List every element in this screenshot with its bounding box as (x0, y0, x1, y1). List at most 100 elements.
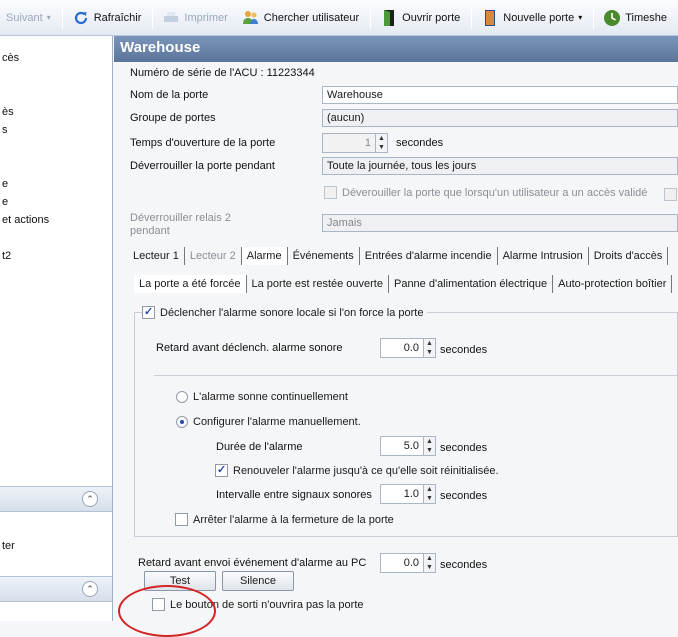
toolbar: Suivant ▾ Rafraîchir Imprimer Chercher u… (0, 0, 678, 36)
unlock-during-label: Déverrouiller la porte pendant (130, 160, 275, 172)
door-group-label: Groupe de portes (130, 112, 216, 124)
door-properties-panel: Warehouse Numéro de série de l'ACU : 112… (114, 36, 678, 621)
interval-value[interactable]: 1.0 (380, 484, 424, 504)
stop-on-close-checkbox[interactable]: Arrêter l'alarme à la fermeture de la po… (175, 513, 394, 526)
alarm-delay-unit: secondes (440, 344, 488, 356)
stepper-arrows-icon[interactable]: ▲ ▼ (376, 133, 388, 153)
alarm-delay-stepper[interactable]: 0.0 ▲ ▼ (380, 338, 436, 358)
trigger-local-alarm-label: Déclencher l'alarme sonore locale si l'o… (160, 306, 424, 319)
left-section-header[interactable]: ⌃ (0, 486, 112, 512)
open-door-button[interactable]: Ouvrir porte (374, 5, 466, 31)
radio-icon (176, 416, 188, 428)
stop-on-close-label: Arrêter l'alarme à la fermeture de la po… (193, 513, 394, 526)
tab-reader-1[interactable]: Lecteur 1 (128, 247, 185, 265)
checkbox-icon[interactable] (664, 188, 677, 201)
stepper-arrows-icon[interactable]: ▲ ▼ (424, 553, 436, 573)
open-time-value[interactable]: 1 (322, 133, 376, 153)
serial-number-label: Numéro de série de l'ACU : 11223344 (130, 67, 315, 79)
tab-door-forced[interactable]: La porte a été forcée (134, 275, 247, 293)
search-user-label: Chercher utilisateur (263, 11, 360, 24)
relay-label-line1: Déverrouiller relais 2 (130, 212, 231, 224)
tab-alarm[interactable]: Alarme (241, 247, 288, 265)
next-button[interactable]: Suivant ▾ (0, 5, 57, 31)
silence-button[interactable]: Silence (222, 571, 294, 591)
checkbox-icon (215, 463, 228, 477)
open-door-label: Ouvrir porte (402, 11, 461, 24)
renew-alarm-checkbox[interactable]: Renouveler l'alarme jusqu'à ce qu'elle s… (215, 463, 499, 477)
unlock-valid-access-label: Déverouiller la porte que lorsqu'un util… (342, 186, 648, 199)
highlight-circle (118, 585, 216, 637)
toolbar-separator (61, 6, 63, 29)
print-label: Imprimer (184, 11, 228, 24)
alarm-duration-value[interactable]: 5.0 (380, 436, 424, 456)
left-nav-item[interactable]: t2 (2, 250, 11, 262)
chevron-down-icon: ▾ (578, 13, 583, 22)
left-nav-item[interactable]: ter (2, 540, 15, 552)
new-door-button[interactable]: Nouvelle porte ▾ (475, 5, 588, 31)
renew-alarm-label: Renouveler l'alarme jusqu'à ce qu'elle s… (233, 464, 499, 477)
left-nav-item[interactable]: et actions (2, 214, 49, 226)
door-open-icon (384, 9, 395, 26)
stepper-arrows-icon[interactable]: ▲ ▼ (424, 436, 436, 456)
unlock-valid-access-checkbox[interactable]: Déverouiller la porte que lorsqu'un util… (324, 186, 647, 199)
unlock-schedule-select[interactable]: Toute la journée, tous les jours (322, 157, 678, 175)
checkbox-icon (175, 513, 188, 526)
pc-delay-value[interactable]: 0.0 (380, 553, 424, 573)
pc-delay-stepper[interactable]: 0.0 ▲ ▼ (380, 553, 436, 573)
interval-unit: secondes (440, 490, 488, 502)
stepper-arrows-icon[interactable]: ▲ ▼ (424, 338, 436, 358)
printer-icon (164, 11, 179, 22)
left-nav-item[interactable]: cès (2, 52, 19, 64)
tab-tamper[interactable]: Auto-protection boîtier (553, 275, 673, 293)
continuous-alarm-radio[interactable]: L'alarme sonne continuellement (176, 391, 348, 403)
left-navigation-panel: cès ès s e e et actions t2 ⌃ ter ⌃ (0, 36, 113, 621)
alarm-duration-stepper[interactable]: 5.0 ▲ ▼ (380, 436, 436, 456)
tab-power-failure[interactable]: Panne d'alimentation électrique (389, 275, 554, 293)
radio-icon (176, 391, 188, 403)
door-name-label: Nom de la porte (130, 89, 209, 101)
left-nav-item[interactable]: ès (2, 106, 14, 118)
tab-reader-2[interactable]: Lecteur 2 (185, 247, 242, 265)
toolbar-separator (593, 6, 595, 29)
tab-intrusion-alarm[interactable]: Alarme Intrusion (498, 247, 589, 265)
door-group-select[interactable]: (aucun) (322, 109, 678, 127)
refresh-button[interactable]: Rafraîchir (66, 5, 148, 31)
continuous-alarm-label: L'alarme sonne continuellement (193, 391, 348, 403)
print-button[interactable]: Imprimer (156, 5, 233, 31)
toolbar-separator (370, 6, 372, 29)
alarm-sub-tabs: La porte a été forcée La porte est resté… (134, 275, 673, 293)
pc-delay-label: Retard avant envoi événement d'alarme au… (138, 557, 367, 569)
left-nav-item[interactable]: e (2, 196, 8, 208)
toolbar-separator (471, 6, 473, 29)
alarm-delay-label: Retard avant déclench. alarme sonore (156, 342, 343, 354)
tab-events[interactable]: Événements (288, 247, 360, 265)
timesheet-button[interactable]: Timeshe (597, 5, 673, 31)
users-icon (242, 10, 258, 24)
chevron-up-icon[interactable]: ⌃ (82, 491, 98, 507)
relay-schedule-select[interactable]: Jamais (322, 214, 678, 232)
left-section-header[interactable]: ⌃ (0, 576, 112, 602)
manual-alarm-radio[interactable]: Configurer l'alarme manuellement. (176, 416, 361, 428)
stepper-arrows-icon[interactable]: ▲ ▼ (424, 484, 436, 504)
left-nav-item[interactable]: e (2, 178, 8, 190)
search-user-button[interactable]: Chercher utilisateur (236, 5, 365, 31)
chevron-down-icon: ▾ (46, 13, 51, 22)
alarm-delay-value[interactable]: 0.0 (380, 338, 424, 358)
clock-icon (604, 9, 621, 26)
trigger-local-alarm-checkbox[interactable]: Déclencher l'alarme sonore locale si l'o… (142, 305, 428, 319)
checkbox-icon (324, 186, 337, 199)
tab-access-rights[interactable]: Droits d'accès (589, 247, 669, 265)
open-time-stepper[interactable]: 1 ▲ ▼ (322, 133, 388, 153)
chevron-up-icon[interactable]: ⌃ (82, 581, 98, 597)
tab-fire-alarm-inputs[interactable]: Entrées d'alarme incendie (360, 247, 498, 265)
toolbar-separator (152, 6, 154, 29)
alarm-duration-unit: secondes (440, 442, 488, 454)
checkbox-icon (142, 305, 155, 319)
left-nav-item[interactable]: s (2, 124, 8, 136)
open-time-unit: secondes (396, 137, 444, 149)
refresh-icon (74, 11, 87, 24)
alarm-duration-label: Durée de l'alarme (216, 441, 303, 453)
tab-door-held-open[interactable]: La porte est restée ouverte (247, 275, 389, 293)
interval-stepper[interactable]: 1.0 ▲ ▼ (380, 484, 436, 504)
door-name-field[interactable]: Warehouse (322, 86, 678, 104)
